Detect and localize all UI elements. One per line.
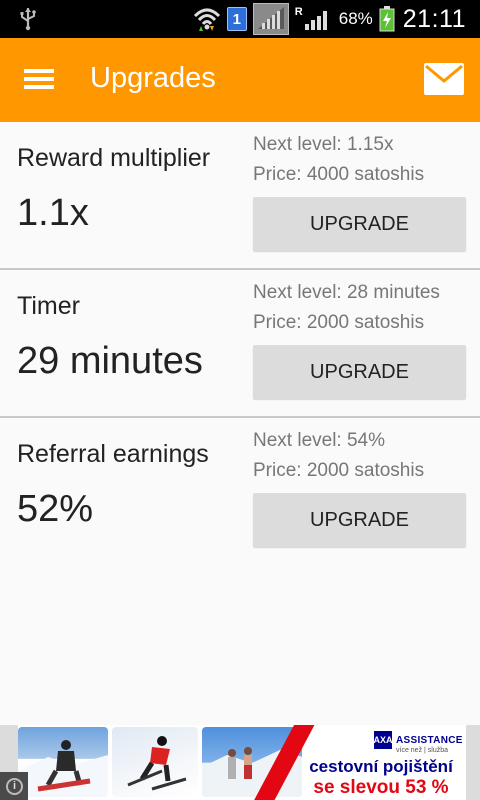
ad-creative[interactable]: AXA ASSISTANCE více než | služba cestovn… (18, 725, 466, 800)
battery-percent: 68% (338, 9, 373, 28)
battery-charging-icon (379, 6, 395, 32)
axa-logo: AXA (374, 731, 393, 749)
upgrade-next-level: Next level: 1.15x (253, 134, 394, 155)
ad-banner[interactable]: AXA ASSISTANCE více než | služba cestovn… (0, 725, 480, 800)
mail-icon[interactable] (424, 63, 464, 95)
ad-brand-label: ASSISTANCE (396, 734, 463, 746)
upgrade-price: Price: 2000 satoshis (253, 460, 425, 481)
upgrade-row-timer: Timer 29 minutes Next level: 28 minutes … (0, 270, 480, 418)
ad-discount: se slevou 53 % (313, 777, 449, 798)
ad-photo-skier (112, 727, 198, 797)
wifi-icon (193, 8, 220, 31)
upgrades-list: Reward multiplier 1.1x Next level: 1.15x… (0, 122, 480, 566)
upgrade-next-level: Next level: 54% (253, 430, 386, 451)
ad-headline: cestovní pojištění (309, 757, 453, 776)
signal-icon (252, 3, 289, 35)
usb-icon (20, 8, 36, 31)
status-bar: 1 R 68% 21:11 (0, 0, 480, 38)
upgrade-button-reward-multiplier[interactable]: UPGRADE (253, 197, 466, 251)
upgrade-current-value: 52% (17, 488, 94, 530)
upgrade-button-timer[interactable]: UPGRADE (253, 345, 466, 399)
upgrade-next-level: Next level: 28 minutes (253, 282, 440, 303)
ad-photo-snowboarder (18, 727, 108, 797)
clock: 21:11 (402, 4, 466, 33)
upgrade-button-referral-earnings[interactable]: UPGRADE (253, 493, 466, 547)
upgrade-price: Price: 2000 satoshis (253, 312, 425, 333)
sim-badge: 1 (226, 7, 247, 31)
upgrade-price: Price: 4000 satoshis (253, 164, 425, 185)
upgrade-name: Referral earnings (17, 440, 209, 468)
upgrade-name: Timer (17, 292, 80, 320)
ad-tagline: více než | služba (396, 747, 449, 754)
upgrade-row-reward-multiplier: Reward multiplier 1.1x Next level: 1.15x… (0, 122, 480, 270)
signal-icon (304, 11, 327, 30)
roaming-indicator: R (294, 6, 303, 18)
info-icon[interactable]: i (0, 772, 28, 800)
upgrade-name: Reward multiplier (17, 144, 211, 172)
hamburger-menu-icon[interactable] (24, 66, 56, 92)
upgrade-current-value: 29 minutes (17, 340, 203, 382)
upgrade-row-referral-earnings: Referral earnings 52% Next level: 54% Pr… (0, 418, 480, 566)
page-title: Upgrades (90, 62, 216, 94)
app-bar: Upgrades (0, 38, 480, 122)
upgrade-current-value: 1.1x (17, 192, 89, 234)
